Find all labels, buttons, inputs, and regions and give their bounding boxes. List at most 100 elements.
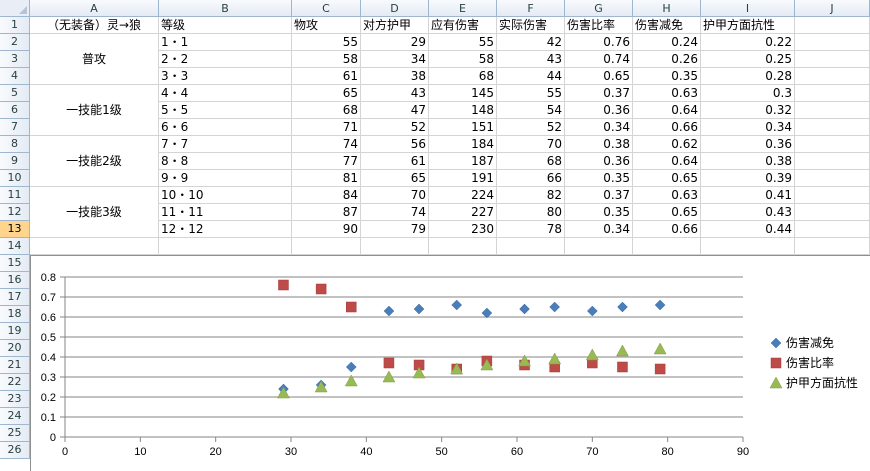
row-header-1[interactable]: 1 [0,17,30,34]
cell-expected[interactable]: 230 [429,221,497,238]
row-header-17[interactable]: 17 [0,289,30,306]
cell-ratio[interactable]: 0.76 [565,34,633,51]
cell-j3[interactable] [795,51,870,68]
cell-expected[interactable]: 187 [429,153,497,170]
cell-expected[interactable]: 55 [429,34,497,51]
cell-reduction[interactable]: 0.24 [633,34,701,51]
row-header-6[interactable]: 6 [0,102,30,119]
cell-reduction[interactable]: 0.65 [633,204,701,221]
cell-ratio[interactable]: 0.38 [565,136,633,153]
header-cell-3[interactable]: 对方护甲 [361,17,429,34]
cell-armor[interactable]: 74 [361,204,429,221]
cell-level[interactable]: 11・11 [159,204,292,221]
cell-expected[interactable]: 224 [429,187,497,204]
cell-level[interactable]: 4・4 [159,85,292,102]
cell-actual[interactable]: 52 [497,119,565,136]
cell-j10[interactable] [795,170,870,187]
cell-level[interactable]: 10・10 [159,187,292,204]
cell-ratio[interactable]: 0.37 [565,85,633,102]
group-label-cell[interactable]: 一技能3级 [30,187,159,238]
cell-j6[interactable] [795,102,870,119]
group-label-cell[interactable]: 一技能1级 [30,85,159,136]
cell-ratio[interactable]: 0.36 [565,153,633,170]
empty-cell[interactable] [361,238,429,255]
row-header-10[interactable]: 10 [0,170,30,187]
row-header-24[interactable]: 24 [0,408,30,425]
empty-cell[interactable] [292,238,361,255]
cell-atk[interactable]: 90 [292,221,361,238]
row-header-7[interactable]: 7 [0,119,30,136]
row-header-2[interactable]: 2 [0,34,30,51]
row-header-13[interactable]: 13 [0,221,30,238]
cell-atk[interactable]: 81 [292,170,361,187]
cell-actual[interactable]: 82 [497,187,565,204]
cell-j7[interactable] [795,119,870,136]
cell-j5[interactable] [795,85,870,102]
cell-j9[interactable] [795,153,870,170]
row-header-16[interactable]: 16 [0,272,30,289]
cell-expected[interactable]: 184 [429,136,497,153]
header-cell-5[interactable]: 实际伤害 [497,17,565,34]
column-header-f[interactable]: F [497,0,565,17]
cell-armor[interactable]: 34 [361,51,429,68]
select-all-corner[interactable] [0,0,30,17]
row-header-22[interactable]: 22 [0,374,30,391]
cell-ratio[interactable]: 0.35 [565,170,633,187]
cell-armor[interactable]: 38 [361,68,429,85]
cell-atk[interactable]: 71 [292,119,361,136]
row-header-14[interactable]: 14 [0,238,30,255]
cell-level[interactable]: 12・12 [159,221,292,238]
header-cell-2[interactable]: 物攻 [292,17,361,34]
header-cell-6[interactable]: 伤害比率 [565,17,633,34]
column-header-a[interactable]: A [30,0,159,17]
cell-atk[interactable]: 77 [292,153,361,170]
row-header-5[interactable]: 5 [0,85,30,102]
row-header-12[interactable]: 12 [0,204,30,221]
cell-expected[interactable]: 191 [429,170,497,187]
column-header-e[interactable]: E [429,0,497,17]
cell-atk[interactable]: 61 [292,68,361,85]
row-header-23[interactable]: 23 [0,391,30,408]
cell-resist[interactable]: 0.36 [701,136,795,153]
empty-cell[interactable] [159,238,292,255]
cell-level[interactable]: 5・5 [159,102,292,119]
cell-level[interactable]: 9・9 [159,170,292,187]
column-header-h[interactable]: H [633,0,701,17]
cell-resist[interactable]: 0.41 [701,187,795,204]
cell-resist[interactable]: 0.44 [701,221,795,238]
column-header-b[interactable]: B [159,0,292,17]
cell-ratio[interactable]: 0.35 [565,204,633,221]
cell-actual[interactable]: 44 [497,68,565,85]
cell-actual[interactable]: 42 [497,34,565,51]
cell-resist[interactable]: 0.38 [701,153,795,170]
cell-resist[interactable]: 0.43 [701,204,795,221]
cell-ratio[interactable]: 0.74 [565,51,633,68]
empty-cell[interactable] [795,238,870,255]
row-header-4[interactable]: 4 [0,68,30,85]
row-header-26[interactable]: 26 [0,442,30,459]
cell-armor[interactable]: 65 [361,170,429,187]
cell-atk[interactable]: 68 [292,102,361,119]
cell-level[interactable]: 7・7 [159,136,292,153]
cell-j11[interactable] [795,187,870,204]
cell-level[interactable]: 2・2 [159,51,292,68]
cell-reduction[interactable]: 0.64 [633,102,701,119]
row-header-21[interactable]: 21 [0,357,30,374]
cell-expected[interactable]: 227 [429,204,497,221]
cell-atk[interactable]: 65 [292,85,361,102]
cell-expected[interactable]: 58 [429,51,497,68]
column-header-g[interactable]: G [565,0,633,17]
cell-ratio[interactable]: 0.65 [565,68,633,85]
empty-cell[interactable] [701,238,795,255]
cell-j13[interactable] [795,221,870,238]
cell-atk[interactable]: 55 [292,34,361,51]
column-header-c[interactable]: C [292,0,361,17]
cell-j1[interactable] [795,17,870,34]
cell-armor[interactable]: 70 [361,187,429,204]
cell-expected[interactable]: 68 [429,68,497,85]
group-label-cell[interactable]: 普攻 [30,34,159,85]
header-cell-0[interactable]: （无装备）灵→狼 [30,17,159,34]
cell-actual[interactable]: 70 [497,136,565,153]
column-header-j[interactable]: J [795,0,870,17]
cell-j8[interactable] [795,136,870,153]
